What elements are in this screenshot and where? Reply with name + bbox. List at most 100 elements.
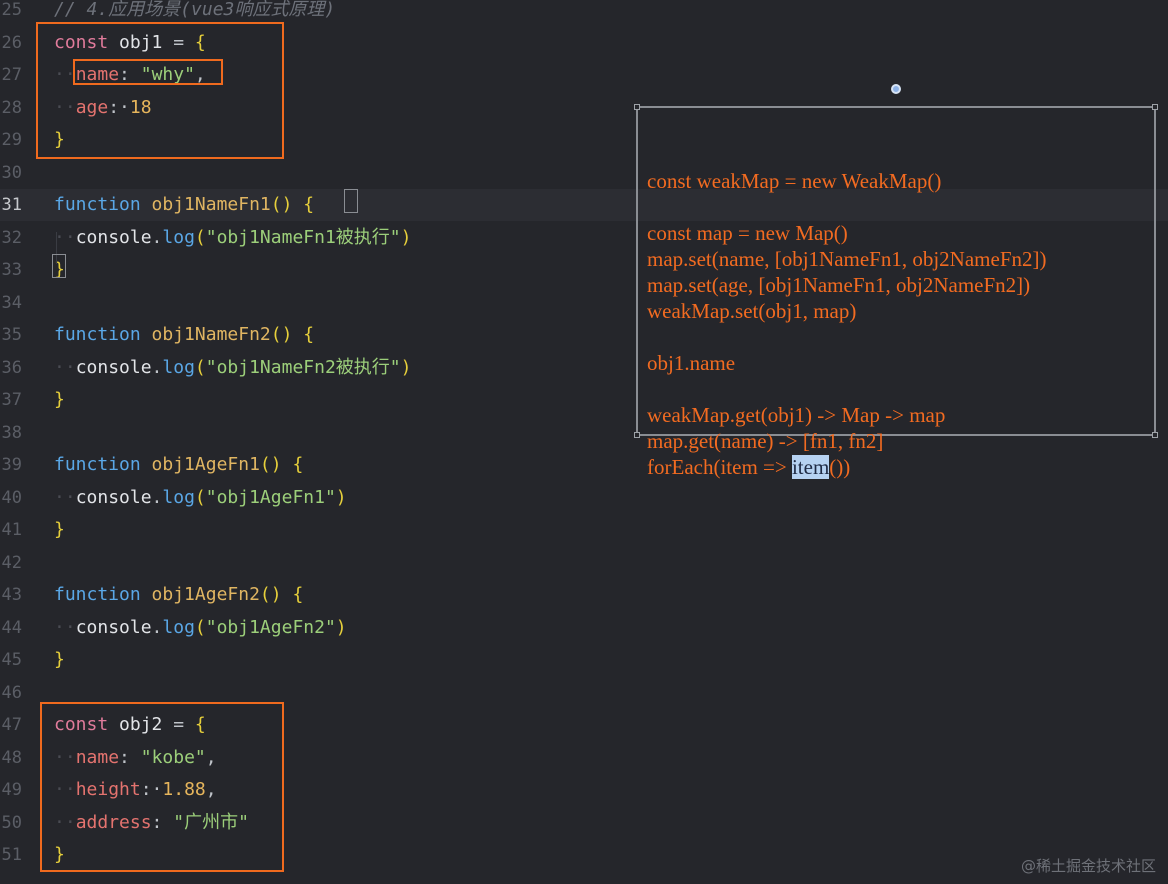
- code-token: obj1AgeFn1: [151, 454, 260, 475]
- line-number: 31: [1, 195, 22, 215]
- line-number: 38: [1, 422, 22, 443]
- code-token: log: [162, 356, 195, 378]
- code-token: function: [54, 194, 152, 215]
- line-code: ··console.log("obj1AgeFn1"): [54, 482, 347, 514]
- line-number: 46: [1, 682, 22, 703]
- annotation-line: const map = new Map(): [647, 221, 848, 245]
- line-code: function obj1NameFn2() {: [54, 319, 314, 351]
- line-code: }: [54, 514, 65, 546]
- bracket-match-close: [52, 254, 66, 278]
- annotation-line: weakMap.get(obj1) -> Map -> map: [647, 403, 946, 427]
- annotation-line: obj1.name: [647, 351, 736, 375]
- line-number: 28: [1, 97, 22, 118]
- line-number: 50: [1, 812, 22, 833]
- code-token: (: [194, 226, 206, 248]
- code-token: (): [259, 454, 293, 475]
- annotation-line: map.get(name) -> [fn1, fn2]: [647, 429, 884, 453]
- line-code: }: [54, 384, 65, 416]
- code-token: "obj1AgeFn1": [205, 486, 336, 508]
- code-token: function: [54, 324, 152, 345]
- line-number: 41: [1, 520, 22, 540]
- code-token: ··: [54, 226, 76, 248]
- annotation-line-last: forEach(item => item()): [647, 454, 1047, 480]
- annotation-line: map.set(name, [obj1NameFn1, obj2NameFn2]…: [647, 247, 1047, 271]
- line-number: 39: [1, 455, 22, 475]
- code-token: {: [292, 584, 304, 605]
- annotation-line: const weakMap = new WeakMap(): [647, 169, 942, 193]
- annotation-line: weakMap.set(obj1, map): [647, 299, 857, 323]
- line-number: 51: [1, 845, 22, 865]
- annotation-line: [647, 324, 1047, 350]
- code-token: (): [270, 324, 304, 345]
- code-token: }: [54, 649, 65, 670]
- resize-handle-top-right[interactable]: [1152, 104, 1158, 110]
- selected-text: item: [791, 455, 830, 479]
- annotation-text-after: ()): [829, 455, 851, 479]
- code-token: ··: [54, 486, 76, 508]
- rotate-handle[interactable]: [891, 84, 901, 94]
- code-token: (: [194, 356, 206, 378]
- name-property-highlight-box: [73, 59, 223, 85]
- line-number: 32: [1, 227, 22, 248]
- line-number: 27: [1, 65, 22, 85]
- line-code: ··console.log("obj1NameFn2被执行"): [54, 352, 411, 384]
- line-number: 37: [1, 390, 22, 410]
- code-token: ): [335, 616, 347, 638]
- line-code: ··console.log("obj1NameFn1被执行"): [54, 222, 411, 254]
- code-token: "obj1AgeFn2": [205, 616, 336, 638]
- code-token: log: [162, 486, 195, 508]
- line-code: }: [54, 644, 65, 676]
- bracket-match-open: [344, 189, 358, 213]
- code-token: }: [54, 389, 65, 410]
- line-code: function obj1NameFn1() {: [54, 189, 314, 221]
- resize-handle-bottom-left[interactable]: [634, 432, 640, 438]
- code-token: ): [335, 486, 347, 508]
- line-number: 49: [1, 780, 22, 800]
- resize-handle-bottom-right[interactable]: [1152, 432, 1158, 438]
- code-token: ): [400, 226, 412, 248]
- code-token: obj1AgeFn2: [151, 584, 260, 605]
- code-token: function: [54, 454, 152, 475]
- line-number: 26: [1, 32, 22, 53]
- annotation-text[interactable]: const weakMap = new WeakMap() const map =…: [647, 116, 1047, 532]
- code-token: .: [151, 616, 163, 638]
- line-number: 44: [1, 617, 22, 638]
- line-number: 45: [1, 650, 22, 670]
- code-token: console: [75, 486, 152, 508]
- code-token: obj1NameFn2: [151, 324, 271, 345]
- annotation-line: [647, 376, 1047, 402]
- line-number: 48: [1, 747, 22, 768]
- line-number: 33: [1, 260, 22, 280]
- code-token: function: [54, 584, 152, 605]
- code-token: {: [303, 324, 315, 345]
- annotation-text-box[interactable]: const weakMap = new WeakMap() const map =…: [634, 84, 1158, 479]
- code-token: ): [400, 356, 412, 378]
- code-token: (): [270, 194, 304, 215]
- code-token: "obj1NameFn2被执行": [205, 356, 401, 378]
- line-code: function obj1AgeFn2() {: [54, 579, 303, 611]
- resize-handle-top-left[interactable]: [634, 104, 640, 110]
- code-token: console: [75, 226, 152, 248]
- code-token: log: [162, 616, 195, 638]
- watermark: @稀土掘金技术社区: [1020, 857, 1156, 875]
- obj1-highlight-box: [36, 22, 284, 159]
- line-number: 35: [1, 325, 22, 345]
- obj2-highlight-box: [40, 702, 284, 872]
- code-token: obj1NameFn1: [151, 194, 271, 215]
- code-token: (: [194, 616, 206, 638]
- code-token: (): [259, 584, 293, 605]
- line-number: 30: [1, 162, 22, 183]
- line-number: 25: [1, 0, 22, 20]
- code-token: log: [162, 226, 195, 248]
- line-number: 47: [1, 715, 22, 735]
- annotation-text-before: forEach(item =>: [647, 455, 792, 479]
- code-token: {: [292, 454, 304, 475]
- code-token: console: [75, 356, 152, 378]
- code-token: "obj1NameFn1被执行": [205, 226, 401, 248]
- code-token: ··: [54, 356, 76, 378]
- line-number: 40: [1, 487, 22, 508]
- code-token: (: [194, 486, 206, 508]
- line-code: ··console.log("obj1AgeFn2"): [54, 612, 347, 644]
- line-number: 29: [1, 130, 22, 150]
- code-token: .: [151, 356, 163, 378]
